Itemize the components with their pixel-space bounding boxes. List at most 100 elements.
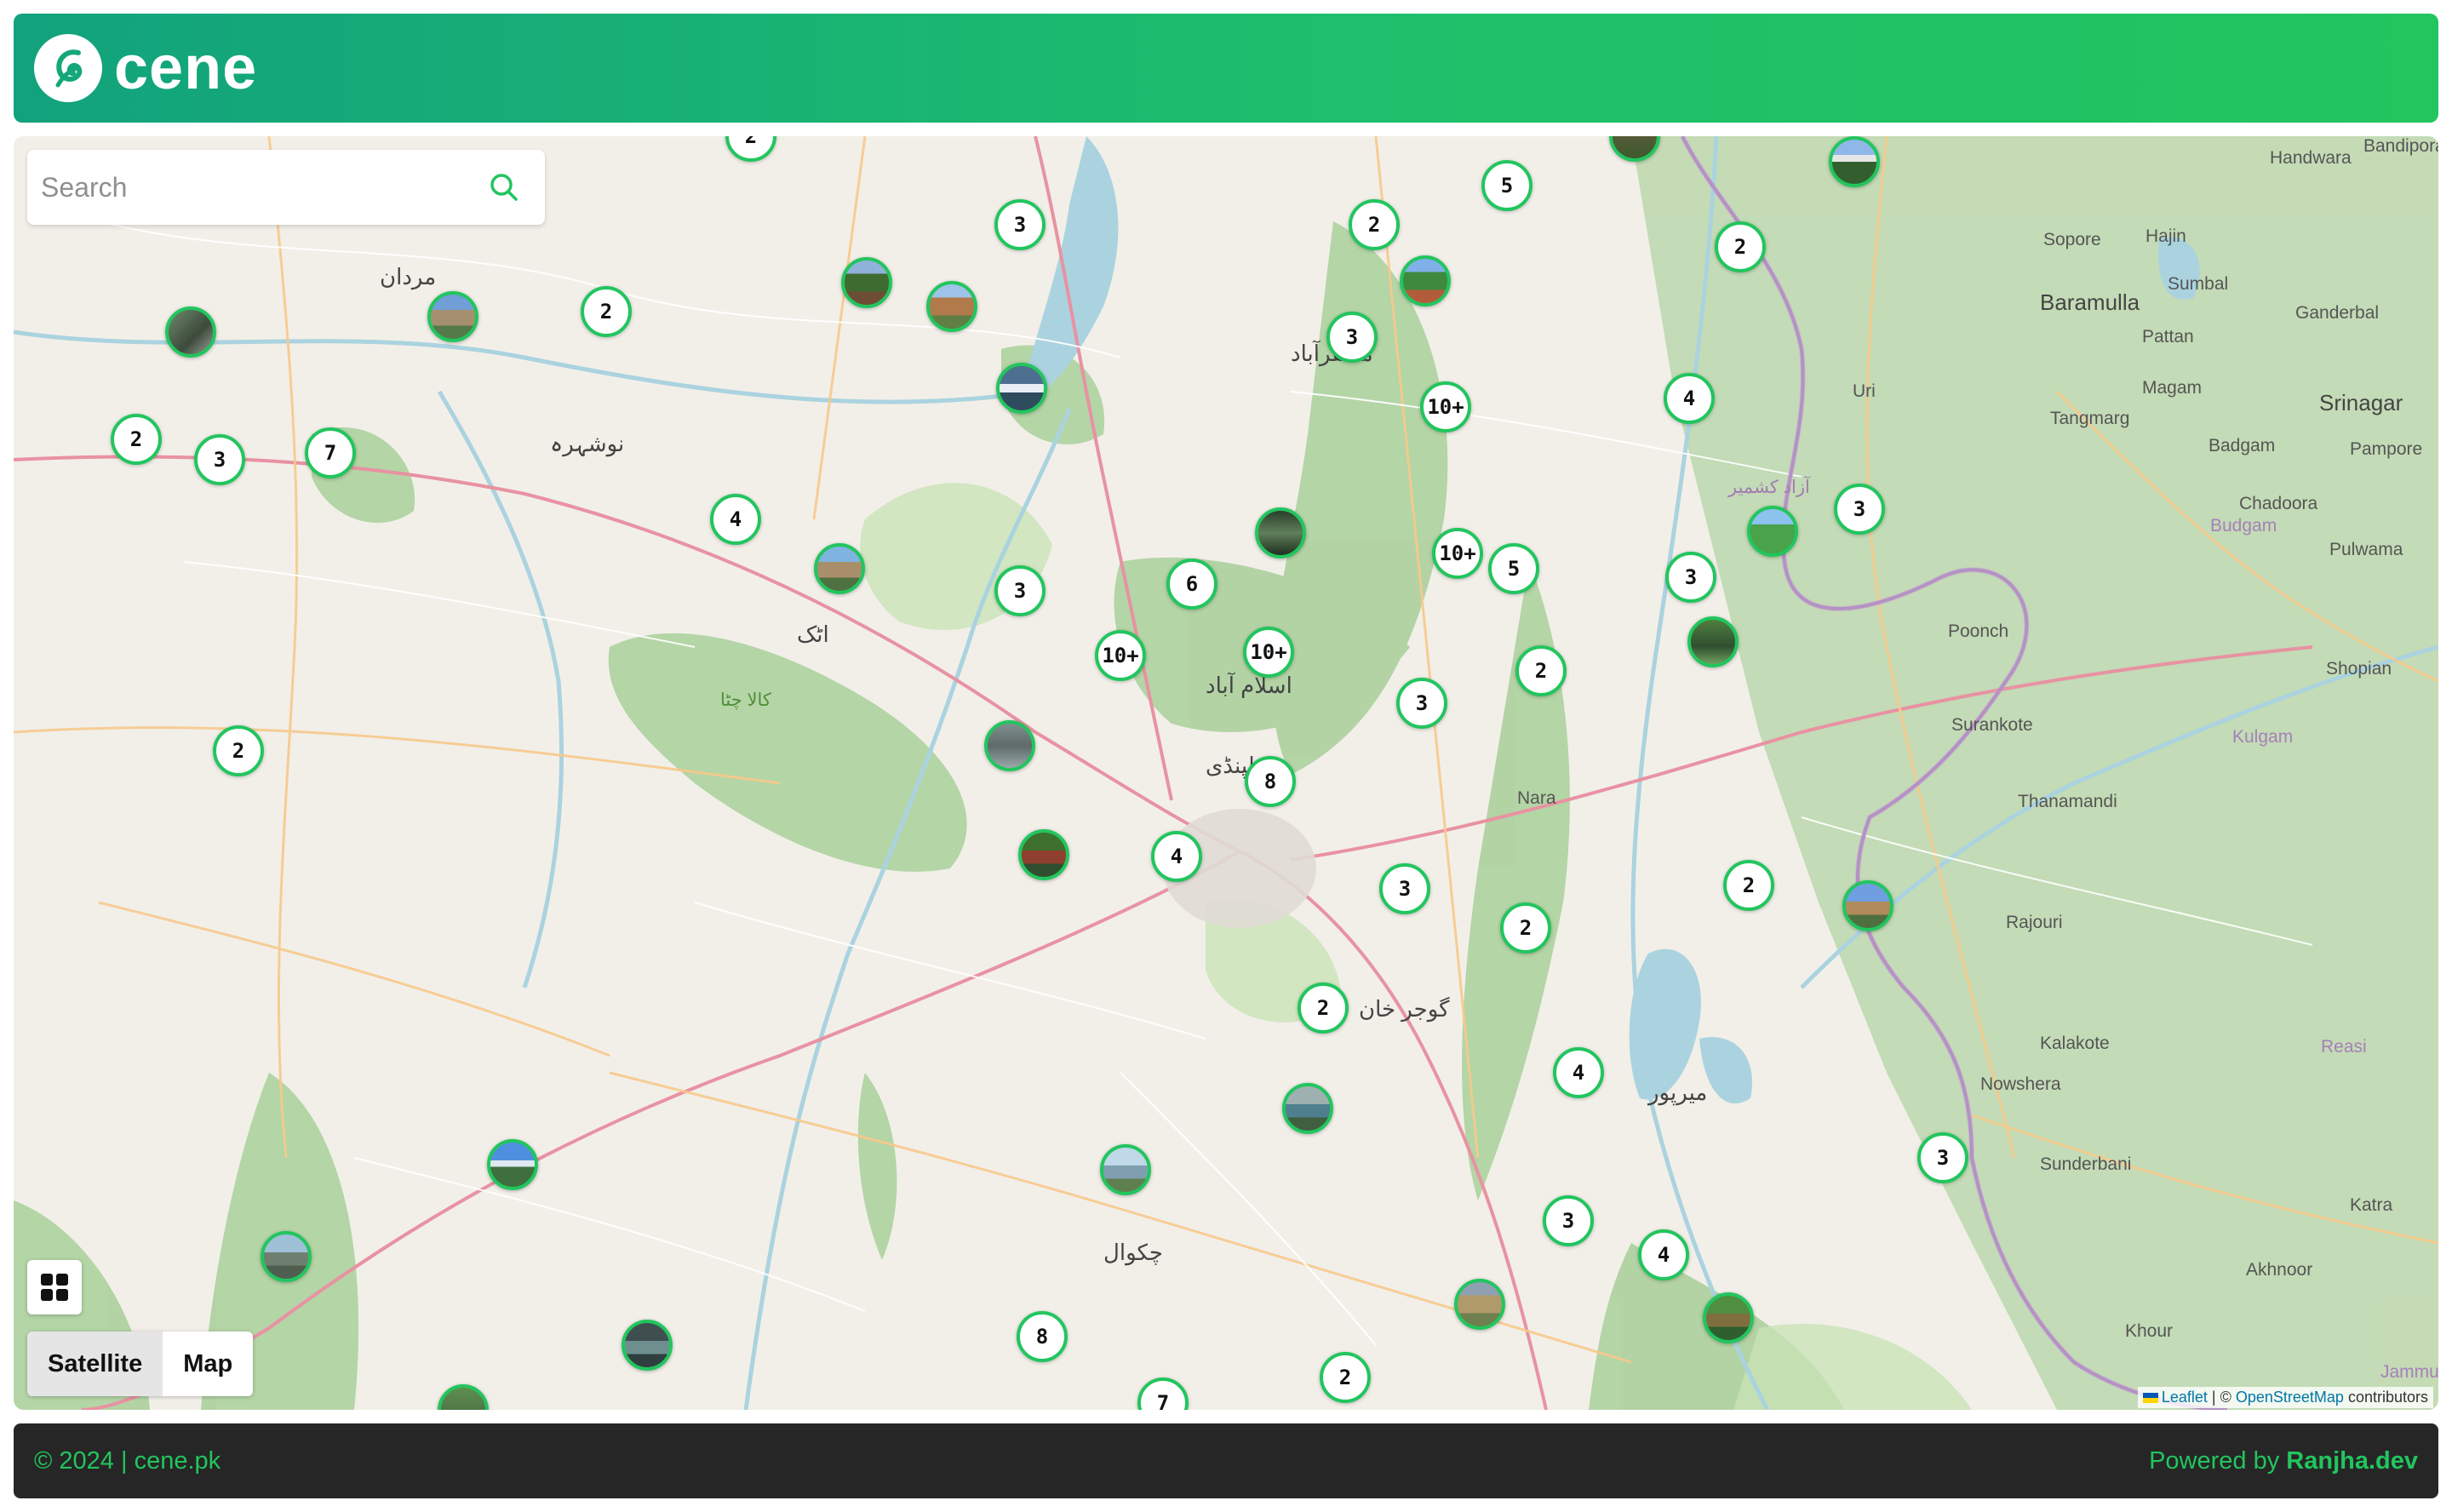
cluster-marker[interactable]: 3 <box>1326 312 1378 363</box>
photo-marker[interactable] <box>841 257 892 308</box>
photo-marker[interactable] <box>1747 506 1798 557</box>
map-label: Pulwama <box>2329 540 2403 559</box>
photo-marker[interactable] <box>261 1231 312 1282</box>
layers-button[interactable] <box>27 1260 82 1314</box>
photo-marker[interactable] <box>1282 1083 1333 1134</box>
photo-marker[interactable] <box>996 363 1047 414</box>
map-label: Sunderbani <box>2040 1154 2132 1174</box>
cluster-marker[interactable]: 3 <box>1665 552 1716 603</box>
map-label: Uri <box>1853 381 1876 401</box>
map-label: Nowshera <box>1980 1074 2061 1094</box>
cluster-marker[interactable]: 3 <box>1543 1195 1594 1246</box>
map-label: Pampore <box>2350 439 2423 459</box>
cluster-marker[interactable]: 2 <box>213 725 264 776</box>
map-label: Chadoora <box>2239 494 2318 513</box>
cluster-marker[interactable]: 2 <box>1298 982 1349 1034</box>
cluster-marker[interactable]: 3 <box>1834 484 1885 535</box>
logo-text: cene <box>114 34 258 102</box>
cluster-marker[interactable]: 2 <box>1723 860 1774 911</box>
photo-marker[interactable] <box>814 543 865 594</box>
cluster-marker[interactable]: 4 <box>1664 373 1715 424</box>
photo-marker[interactable] <box>1842 880 1893 931</box>
cluster-marker[interactable]: 3 <box>194 434 245 485</box>
map-label: Surankote <box>1951 715 2033 735</box>
grid-icon <box>41 1274 68 1301</box>
map-label: کالا چٹا <box>720 690 771 710</box>
photo-marker[interactable] <box>1687 616 1739 667</box>
photo-marker[interactable] <box>1018 829 1069 880</box>
photo-marker[interactable] <box>984 720 1035 771</box>
logo-icon <box>34 34 102 102</box>
photo-marker[interactable] <box>1400 255 1451 306</box>
leaflet-link[interactable]: Leaflet <box>2162 1389 2208 1406</box>
cluster-marker[interactable]: 7 <box>305 427 356 478</box>
app-header: cene <box>14 14 2438 123</box>
photo-marker[interactable] <box>1100 1144 1151 1195</box>
map-label: Jammu <box>2380 1362 2438 1382</box>
cluster-marker[interactable]: 2 <box>111 414 162 465</box>
map-label: Ganderbal <box>2295 303 2380 323</box>
search-icon[interactable] <box>487 170 521 204</box>
map-label: Tangmarg <box>2050 409 2130 428</box>
search-input[interactable] <box>27 150 487 225</box>
cluster-marker[interactable]: 5 <box>1488 543 1539 594</box>
basemap-toggle[interactable]: Satellite Map <box>27 1332 254 1396</box>
ukraine-flag-icon <box>2142 1393 2158 1404</box>
map-label: Sumbal <box>2168 274 2229 294</box>
map-label: Hajin <box>2146 226 2186 246</box>
cluster-marker[interactable]: 2 <box>1349 199 1400 250</box>
search-box[interactable] <box>27 150 545 225</box>
cluster-marker[interactable]: 10+ <box>1432 528 1483 579</box>
map-label: Sopore <box>2043 230 2101 249</box>
map-label: Srinagar <box>2319 390 2403 415</box>
map-view[interactable]: Handwara Bandipora Sopore Hajin Baramull… <box>14 136 2438 1410</box>
cluster-marker[interactable]: 8 <box>1017 1311 1068 1362</box>
cluster-marker[interactable]: 5 <box>1481 160 1532 211</box>
map-button[interactable]: Map <box>163 1332 253 1396</box>
map-label: Badgam <box>2209 436 2276 455</box>
logo[interactable]: cene <box>34 32 257 104</box>
photo-marker[interactable] <box>487 1139 538 1190</box>
cluster-marker[interactable]: 3 <box>994 199 1046 250</box>
cluster-marker[interactable]: 3 <box>1379 863 1430 914</box>
cluster-marker[interactable]: 2 <box>1320 1352 1371 1403</box>
cluster-marker[interactable]: 3 <box>994 565 1046 616</box>
photo-marker[interactable] <box>1703 1292 1754 1343</box>
photo-marker[interactable] <box>427 291 478 342</box>
map-label: Budgam <box>2210 516 2277 536</box>
cluster-marker[interactable]: 2 <box>1500 902 1551 954</box>
map-label: مردان <box>380 264 437 289</box>
cluster-marker[interactable]: 4 <box>1553 1047 1604 1098</box>
cluster-marker[interactable]: 2 <box>581 286 632 337</box>
map-label: نوشہرہ <box>550 431 625 456</box>
cluster-marker[interactable]: 10+ <box>1420 381 1471 432</box>
satellite-button[interactable]: Satellite <box>27 1332 163 1396</box>
cluster-marker[interactable]: 8 <box>1245 756 1296 807</box>
photo-marker[interactable] <box>926 281 977 332</box>
photo-marker[interactable] <box>165 306 216 358</box>
cluster-marker[interactable]: 3 <box>1917 1132 1968 1183</box>
map-label: Khour <box>2125 1321 2174 1341</box>
photo-marker[interactable] <box>1454 1279 1505 1330</box>
map-label: Thanamandi <box>2018 792 2117 811</box>
map-label: Magam <box>2142 378 2203 398</box>
osm-link[interactable]: OpenStreetMap <box>2236 1389 2344 1406</box>
map-label: Baramulla <box>2040 289 2140 315</box>
photo-marker[interactable] <box>1255 507 1306 558</box>
cluster-marker[interactable]: 3 <box>1396 678 1447 729</box>
map-label: Rajouri <box>2006 913 2063 932</box>
photo-marker[interactable] <box>1829 136 1880 187</box>
cluster-marker[interactable]: 10+ <box>1243 627 1294 678</box>
cluster-marker[interactable]: 10+ <box>1095 630 1146 681</box>
map-label: Reasi <box>2321 1037 2367 1057</box>
cluster-marker[interactable]: 4 <box>710 494 761 545</box>
map-label: اسلام آباد <box>1206 673 1292 698</box>
cluster-marker[interactable]: 4 <box>1151 831 1202 882</box>
photo-marker[interactable] <box>622 1320 673 1371</box>
cluster-marker[interactable]: 2 <box>1515 645 1567 696</box>
cluster-marker[interactable]: 2 <box>1715 221 1766 272</box>
cluster-marker[interactable]: 4 <box>1638 1229 1689 1280</box>
cluster-marker[interactable]: 6 <box>1166 558 1217 610</box>
powered-link[interactable]: Ranjha.dev <box>2286 1447 2418 1475</box>
map-label: Akhnoor <box>2246 1260 2313 1280</box>
